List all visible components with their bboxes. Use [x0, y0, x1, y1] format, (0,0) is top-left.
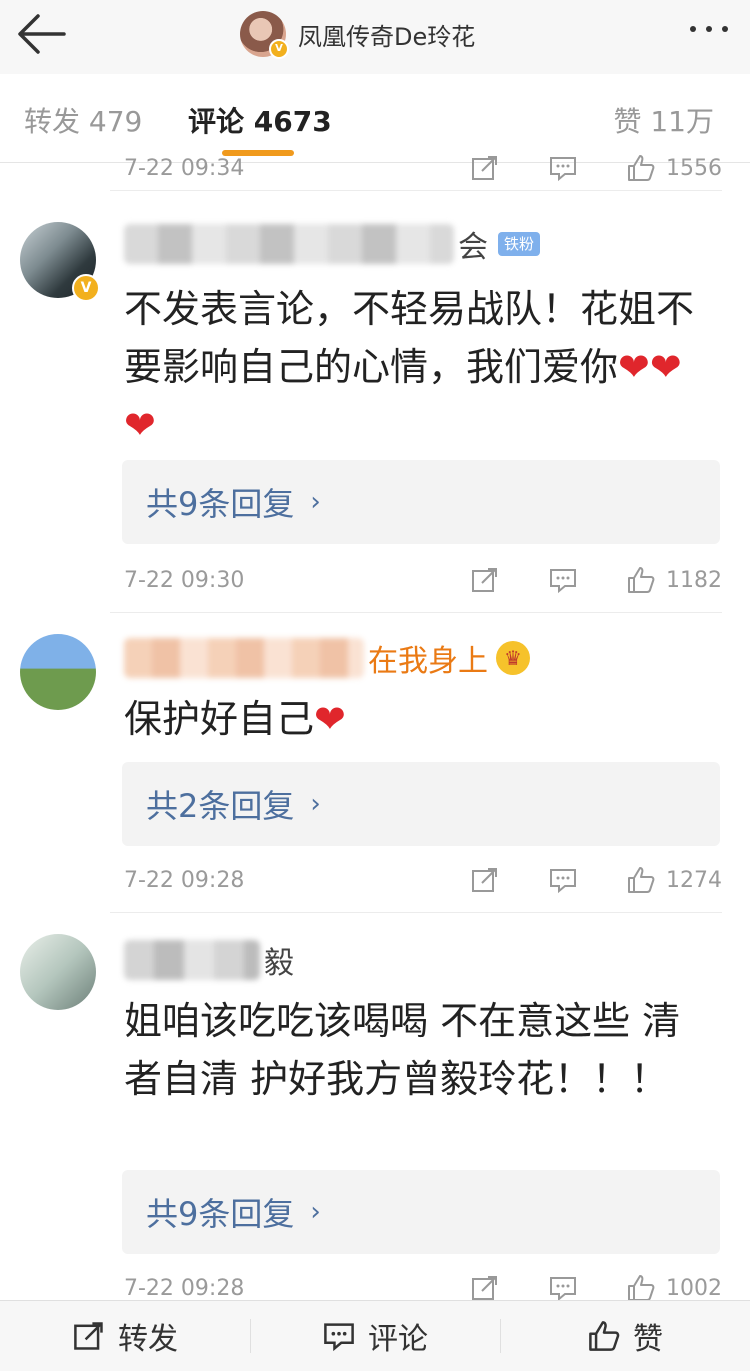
comment-icon[interactable] — [548, 565, 578, 595]
page-title: 凤凰传奇De玲花 — [298, 22, 476, 51]
blurred-username — [124, 224, 454, 264]
post-author[interactable]: V 凤凰传奇De玲花 — [240, 6, 475, 62]
crown-icon: ♛ — [496, 641, 530, 675]
like-icon[interactable] — [626, 565, 656, 595]
replies-link[interactable]: 共9条回复 › — [122, 460, 720, 544]
verified-icon: V — [72, 274, 100, 302]
like-button[interactable]: 赞 — [500, 1301, 750, 1371]
heart-emoji: ❤ — [314, 697, 346, 741]
author-avatar[interactable]: V — [240, 11, 289, 59]
verified-icon: V — [269, 39, 289, 59]
more-options-icon[interactable] — [690, 26, 728, 32]
comment-time: 7-22 09:30 — [124, 567, 245, 593]
comment-text: 保护好自己❤ — [124, 697, 346, 741]
top-bar: V 凤凰传奇De玲花 — [0, 0, 750, 74]
username[interactable]: 会 铁粉 — [124, 222, 541, 266]
tab-repost[interactable]: 转发 479 — [24, 100, 142, 140]
replies-link[interactable]: 共9条回复 › — [122, 1170, 720, 1254]
previous-comment-meta: 7-22 09:34 1556 — [0, 150, 750, 190]
chevron-right-icon: › — [310, 1197, 321, 1227]
like-count: 1274 — [666, 867, 722, 893]
username[interactable]: 在我身上 ♛ — [124, 636, 530, 680]
repost-button[interactable]: 转发 — [0, 1301, 250, 1371]
back-arrow-icon[interactable] — [12, 6, 72, 62]
repost-icon — [74, 1322, 103, 1350]
replies-link[interactable]: 共2条回复 › — [122, 762, 720, 846]
chevron-right-icon: › — [310, 487, 321, 517]
like-icon[interactable] — [626, 865, 656, 895]
like-count: 1002 — [666, 1275, 722, 1301]
comment-button[interactable]: 评论 — [250, 1301, 500, 1371]
user-avatar[interactable] — [20, 934, 96, 1010]
comment-icon[interactable] — [548, 1273, 578, 1303]
comment-time: 7-22 09:28 — [124, 1275, 245, 1301]
chevron-right-icon: › — [310, 789, 321, 819]
comment-icon[interactable] — [548, 153, 578, 183]
like-icon — [589, 1321, 620, 1351]
repost-icon[interactable] — [470, 565, 500, 595]
comment-time: 7-22 09:28 — [124, 867, 245, 893]
bottom-action-bar: 转发 评论 赞 — [0, 1300, 750, 1371]
comment-text: 姐咱该吃吃该喝喝 不在意这些 清者自清 护好我方曾毅玲花！！！ — [124, 999, 681, 1101]
like-icon[interactable] — [626, 1273, 656, 1303]
repost-icon[interactable] — [470, 865, 500, 895]
comment-text: 不发表言论，不轻易战队！花姐不要影响自己的心情，我们爱你❤❤❤ — [124, 287, 695, 447]
tab-likes[interactable]: 赞 11万 — [613, 100, 714, 140]
comment-icon — [324, 1323, 354, 1352]
comment-time: 7-22 09:34 — [124, 155, 245, 181]
tab-comments[interactable]: 评论 4673 — [188, 100, 332, 140]
repost-icon[interactable] — [470, 1273, 500, 1303]
like-count: 1182 — [666, 567, 722, 593]
blurred-username — [124, 638, 364, 678]
like-count: 1556 — [666, 155, 722, 181]
username[interactable]: 毅 — [124, 938, 294, 982]
user-avatar[interactable] — [20, 634, 96, 710]
repost-icon[interactable] — [470, 153, 500, 183]
comment-icon[interactable] — [548, 865, 578, 895]
fan-badge: 铁粉 — [498, 232, 541, 256]
blurred-username — [124, 940, 260, 980]
like-icon[interactable] — [626, 153, 656, 183]
